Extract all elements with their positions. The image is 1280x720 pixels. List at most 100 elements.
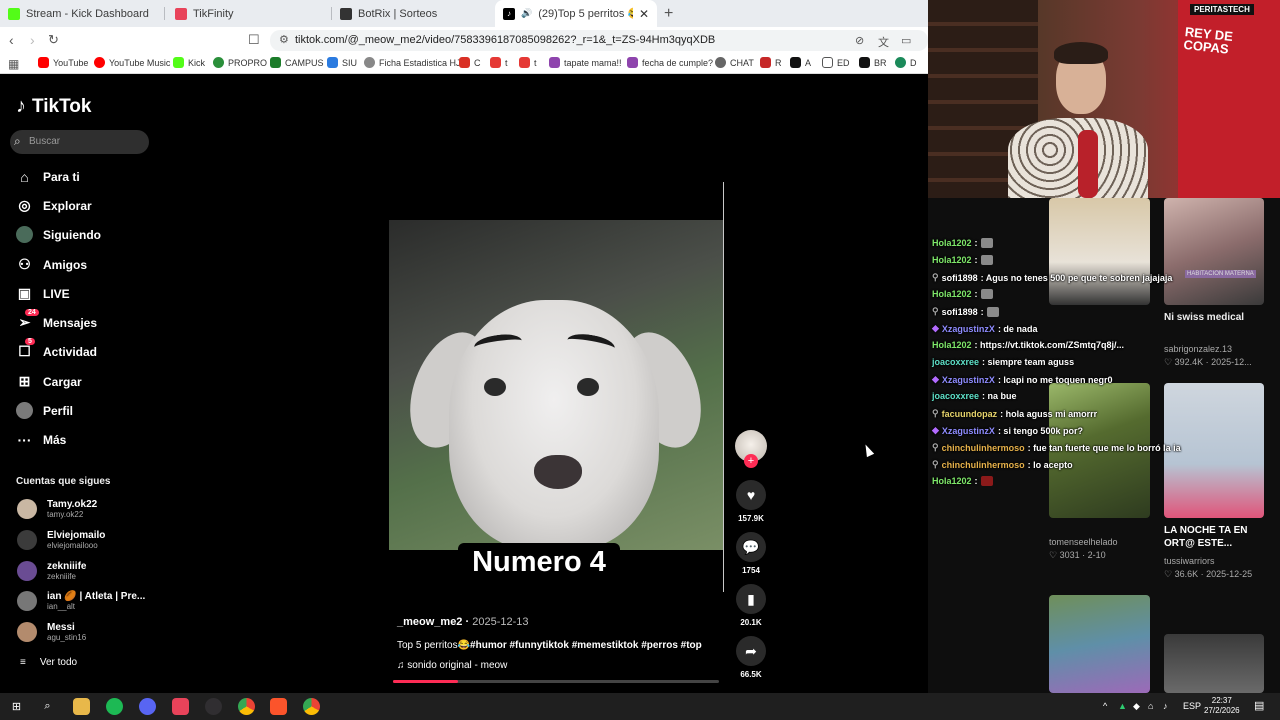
save-button[interactable]: ▮ 20.1K [735, 584, 767, 627]
address-bar[interactable]: ⚙ tiktok.com/@_meow_me2/video/7583396187… [270, 30, 928, 51]
nav-live[interactable]: ▣ LIVE [16, 285, 70, 302]
follow-plus-icon[interactable]: + [744, 454, 758, 468]
nav-mensajes[interactable]: ➢ 24 Mensajes [16, 309, 97, 331]
comment-button[interactable]: 💬 1754 [735, 532, 767, 575]
share-count: 66.5K [740, 670, 762, 679]
obs-icon[interactable] [205, 698, 222, 715]
bookmark-ed[interactable]: ED [822, 57, 850, 68]
sub-badge-icon: ◆ [932, 323, 939, 333]
nav-siguiendo[interactable]: Siguiendo [16, 226, 101, 243]
video-sound[interactable]: ♫ sonido original - meow [397, 660, 507, 671]
video-progress-bar[interactable] [393, 680, 719, 683]
search-icon[interactable]: ⌕ [39, 698, 56, 715]
following-account[interactable]: zekniiife zekniiife [17, 561, 86, 581]
new-tab-button[interactable]: + [664, 5, 673, 23]
close-tab-icon[interactable]: ✕ [639, 7, 649, 21]
notifications-icon[interactable]: ▤ [1254, 699, 1264, 712]
messages-icon: ➢ 24 [16, 309, 39, 331]
tiktok-note-icon: ♪ [16, 95, 26, 117]
bookmark-tapate[interactable]: tapate mama!! [549, 57, 622, 68]
translate-icon[interactable]: 文 [878, 34, 889, 50]
windows-start-icon[interactable]: ⊞ [8, 698, 25, 715]
tab-botrix[interactable]: BotRix | Sorteos [332, 0, 497, 27]
apps-grid-icon[interactable]: ▦ [8, 57, 19, 71]
nav-explorar[interactable]: ◎ Explorar [16, 197, 91, 214]
more-icon: ··· [17, 431, 32, 448]
nav-cargar[interactable]: ⊞ Cargar [16, 373, 82, 390]
tray-app-icon[interactable]: ◆ [1133, 701, 1140, 712]
bookmark-kick[interactable]: Kick [173, 57, 205, 68]
nav-perfil[interactable]: Perfil [16, 402, 73, 419]
bookmark-siu[interactable]: SIU [327, 57, 357, 68]
bookmark-youtube-music[interactable]: YouTube Music [94, 57, 170, 68]
bookmark-campus[interactable]: CAMPUS [270, 57, 324, 68]
search-input[interactable]: ⌕ Buscar [10, 130, 149, 154]
tab-tiktok-video[interactable]: ♪ 🔊 (29)Top 5 perritos 😂#humor ✕ [495, 0, 657, 27]
tab-kick-dashboard[interactable]: Stream - Kick Dashboard [0, 0, 165, 27]
kick-favicon-icon [8, 7, 20, 20]
see-all-link[interactable]: ≡ Ver todo [20, 657, 77, 668]
recommended-thumbnail[interactable] [1049, 198, 1150, 305]
bookmark-propro[interactable]: PROPRO [213, 57, 267, 68]
tiktok-logo[interactable]: ♪ TikTok [16, 95, 91, 118]
back-arrow-icon[interactable]: ‹ [9, 32, 14, 48]
video-author[interactable]: _meow_me2 · 2025-12-13 [397, 616, 529, 628]
recommended-thumbnail[interactable] [1049, 595, 1150, 693]
thumbnail-stats: ♡ 3031 · 2-10 [1049, 550, 1106, 560]
recommended-thumbnail[interactable] [1164, 634, 1264, 693]
following-account[interactable]: ian 🏉 | Atleta | Pre... ian__alt [17, 591, 145, 611]
tray-app-icon[interactable]: ▲ [1118, 701, 1127, 711]
nav-para-ti[interactable]: ⌂ Para ti [16, 168, 79, 185]
youtube-music-icon [94, 57, 105, 68]
video-progress-fill [393, 680, 459, 683]
chat-message: Hola1202: [932, 289, 993, 299]
bookmark-icon[interactable]: ☐ [248, 32, 260, 48]
tray-arrow-icon[interactable]: ^ [1103, 701, 1107, 711]
bookmark-fecha[interactable]: fecha de cumple? [627, 57, 713, 68]
file-explorer-icon[interactable] [73, 698, 90, 715]
bookmark-br[interactable]: BR [859, 57, 887, 68]
sub-badge-icon: ◆ [932, 374, 939, 384]
video-hashtags[interactable]: #humor #funnytiktok #memestiktok #perros… [470, 640, 702, 651]
share-button[interactable]: ➦ 66.5K [735, 636, 767, 679]
bookmark-t2[interactable]: t [519, 57, 537, 68]
discord-icon[interactable] [139, 698, 156, 715]
bookmark-youtube[interactable]: YouTube [38, 57, 88, 68]
bookmark-c[interactable]: C [459, 57, 481, 68]
system-clock[interactable]: 22:37 27/2/2026 [1204, 696, 1240, 717]
bookmark-chat[interactable]: CHAT [715, 57, 754, 68]
spotify-icon[interactable] [106, 698, 123, 715]
nav-mas[interactable]: ··· Más [16, 431, 67, 448]
chrome-icon[interactable] [303, 698, 320, 715]
volume-icon[interactable]: ♪ [1163, 701, 1168, 711]
nav-amigos[interactable]: ⚇ Amigos [16, 256, 87, 273]
bookmark-x[interactable]: A [790, 57, 811, 68]
chat-message: ⚲ facuundopaz: hola aguss mi amorrr [932, 408, 1098, 419]
site-info-icon[interactable]: ⚙ [279, 33, 289, 46]
brave-icon[interactable] [270, 698, 287, 715]
bookmark-ficha[interactable]: Ficha Estadistica HJ [364, 57, 461, 68]
like-button[interactable]: ♥ 157.9K [735, 480, 767, 523]
profile-avatar-icon [16, 402, 33, 419]
tab-tikfinity[interactable]: TikFinity [167, 0, 332, 27]
creator-avatar-button[interactable]: + [735, 430, 767, 468]
chrome-icon[interactable] [238, 698, 255, 715]
nav-actividad[interactable]: ☐ 5 Actividad [16, 338, 97, 360]
forward-arrow-icon[interactable]: › [30, 32, 35, 48]
network-icon[interactable]: ⌂ [1148, 701, 1153, 711]
bookmark-r[interactable]: R [760, 57, 782, 68]
language-indicator[interactable]: ESP [1183, 701, 1201, 711]
banner-top-text: PERITASTECH [1190, 4, 1254, 15]
following-account[interactable]: Tamy.ok22 tamy.ok22 [17, 499, 97, 519]
tikfinity-icon[interactable] [172, 698, 189, 715]
cast-icon[interactable]: ▭ [901, 34, 911, 47]
recommended-thumbnail[interactable] [1164, 198, 1264, 305]
following-account[interactable]: Elviejomailo elviejomailooo [17, 530, 105, 550]
bookmark-t1[interactable]: t [490, 57, 508, 68]
following-account[interactable]: Messi agu_stin16 [17, 622, 86, 642]
video-player[interactable] [389, 220, 723, 550]
reload-icon[interactable]: ↻ [48, 32, 59, 48]
eye-off-icon[interactable]: ⊘ [855, 34, 864, 47]
bookmark-d[interactable]: D [895, 57, 917, 68]
badge-icon: ⚲ [932, 442, 939, 452]
